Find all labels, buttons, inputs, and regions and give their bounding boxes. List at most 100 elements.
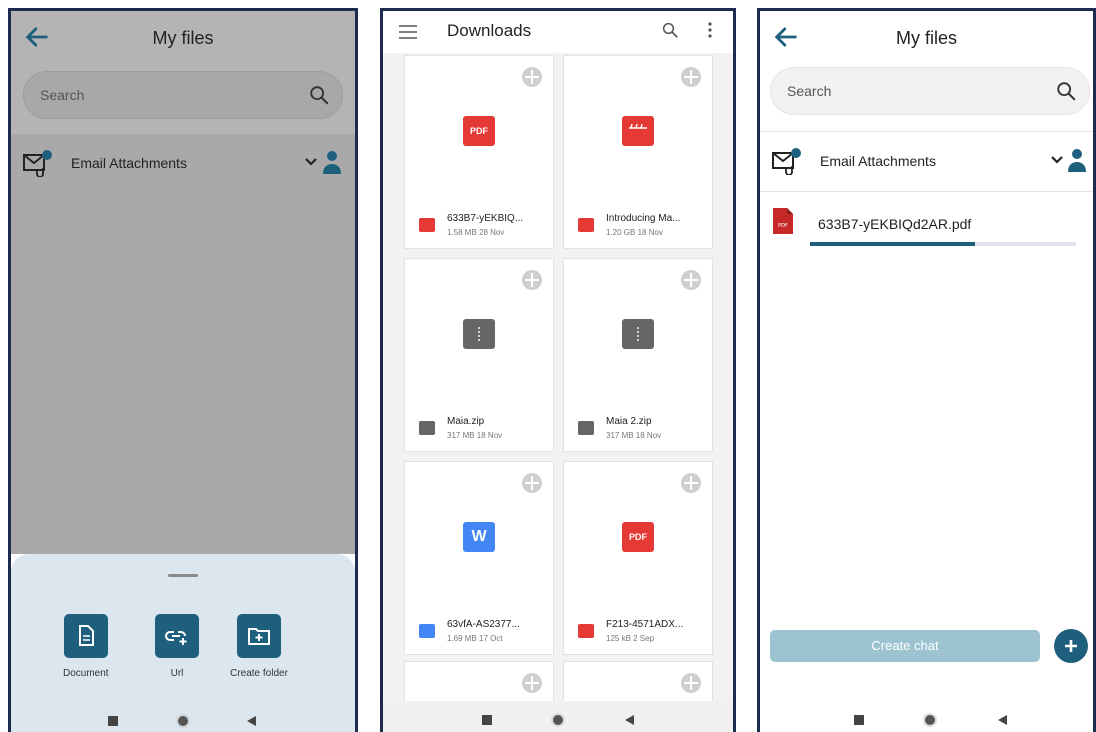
expand-icon[interactable] [680,269,702,291]
home-button[interactable] [923,713,937,727]
bottom-sheet: Document Url Create folder [11,554,355,732]
page-title: My files [152,28,214,48]
search-icon[interactable] [308,84,330,106]
upload-progress-bar [810,242,1076,246]
app-bar: My files [760,11,1093,63]
person-icon[interactable] [1066,147,1088,173]
email-attachment-icon [772,148,801,175]
create-folder-action[interactable]: Create folder [229,614,289,679]
svg-text:PDF: PDF [778,223,788,229]
file-type-text: PDF [629,532,647,542]
expand-icon[interactable] [521,672,543,694]
file-name: 633B7-yEKBIQ... [447,213,524,224]
home-button[interactable] [551,713,565,727]
upload-progress-fill [810,242,975,246]
divider [760,131,1093,132]
back-nav-icon[interactable] [625,715,635,725]
file-meta: 1.58 MB 28 Nov [447,228,505,237]
expand-icon[interactable] [521,269,543,291]
file-meta: 1.69 MB 17 Oct [447,634,503,643]
expand-icon[interactable] [680,66,702,88]
zip-small-icon [578,421,594,435]
file-meta: 317 MB 18 Nov [447,431,503,440]
back-nav-icon[interactable] [247,716,257,726]
search-icon[interactable] [661,21,679,39]
create-chat-button[interactable]: Create chat [770,630,1040,662]
divider [760,191,1093,192]
file-type-text: PDF [470,126,488,136]
dimmed-overlay[interactable] [11,134,355,554]
file-name: Maia 2.zip [606,416,652,427]
screen-downloads: Downloads PDF 633B7-yEKBIQ... 1.58 MB 28 N… [380,8,736,732]
pdf-file-icon: PDF [773,208,793,234]
folder-row-email-attachments[interactable]: Email Attachments [760,133,1093,189]
video-small-icon [578,218,594,232]
pdf-file-icon: PDF [463,116,495,146]
file-name: Introducing Ma... [606,213,681,224]
recents-button[interactable] [482,715,492,725]
document-icon [78,625,94,646]
screen-my-files-uploading: My files Search Email Attachments PDF 63… [757,8,1096,732]
folder-label: Email Attachments [71,155,187,171]
url-label: Url [170,668,184,679]
word-small-icon [419,624,435,638]
create-folder-button[interactable] [237,614,281,658]
pdf-file-icon: PDF [622,522,654,552]
more-vert-icon[interactable] [707,21,713,39]
file-meta: 125 kB 2 Sep [606,634,655,643]
folder-label: Email Attachments [820,153,936,169]
recents-button[interactable] [108,716,118,726]
word-file-icon: W [463,522,495,552]
expand-icon[interactable] [521,66,543,88]
back-nav-icon[interactable] [998,715,1008,725]
document-label: Document [63,668,109,679]
file-meta: 317 MB 18 Nov [606,431,662,440]
app-bar: Downloads [383,11,733,53]
chevron-down-icon[interactable] [1050,155,1064,165]
system-nav-bar [760,701,1093,732]
chevron-down-icon[interactable] [304,157,318,167]
search-icon[interactable] [1055,80,1077,102]
pdf-small-icon [419,218,435,232]
email-attachment-icon [23,150,52,177]
sheet-handle[interactable] [168,574,198,577]
file-name: 63vfA-AS2377... [447,619,520,630]
search-input[interactable]: Search [23,71,343,119]
link-add-icon [165,631,187,645]
file-type-text: W [471,528,487,545]
folder-row-email-attachments[interactable]: Email Attachments [11,135,355,191]
search-placeholder: Search [787,83,832,99]
video-file-icon [622,116,654,146]
file-card[interactable]: W 63vfA-AS2377... 1.69 MB 17 Oct [404,461,554,655]
pdf-small-icon [578,624,594,638]
recents-button[interactable] [854,715,864,725]
expand-icon[interactable] [680,472,702,494]
document-action[interactable]: Document [63,614,109,679]
system-nav-bar [383,701,733,732]
file-card[interactable]: Introducing Ma... 1.20 GB 18 Nov [563,55,713,249]
screen-my-files-upload-sheet: My files Search Email Attachments Docume… [8,8,358,732]
page-title: Downloads [447,21,532,40]
person-icon[interactable] [321,149,343,175]
home-button[interactable] [176,714,190,728]
file-card[interactable]: Maia 2.zip 317 MB 18 Nov [563,258,713,452]
file-card[interactable]: Maia.zip 317 MB 18 Nov [404,258,554,452]
hamburger-menu-icon[interactable] [399,25,417,39]
file-card[interactable]: PDF 633B7-yEKBIQ... 1.58 MB 28 Nov [404,55,554,249]
document-button[interactable] [63,614,108,658]
expand-icon[interactable] [521,472,543,494]
url-button[interactable] [155,614,199,658]
zip-file-icon [622,319,654,349]
expand-icon[interactable] [680,672,702,694]
app-bar: My files [11,11,355,63]
file-name: 633B7-yEKBIQd2AR.pdf [818,216,972,232]
zip-file-icon [463,319,495,349]
file-name: F213-4571ADX... [606,619,684,630]
search-input[interactable]: Search [770,67,1090,115]
url-action[interactable]: Url [155,614,199,679]
file-card[interactable]: PDF F213-4571ADX... 125 kB 2 Sep [563,461,713,655]
system-nav-bar [11,702,355,732]
add-button[interactable] [1054,629,1088,663]
file-meta: 1.20 GB 18 Nov [606,228,663,237]
plus-icon [1065,640,1077,652]
